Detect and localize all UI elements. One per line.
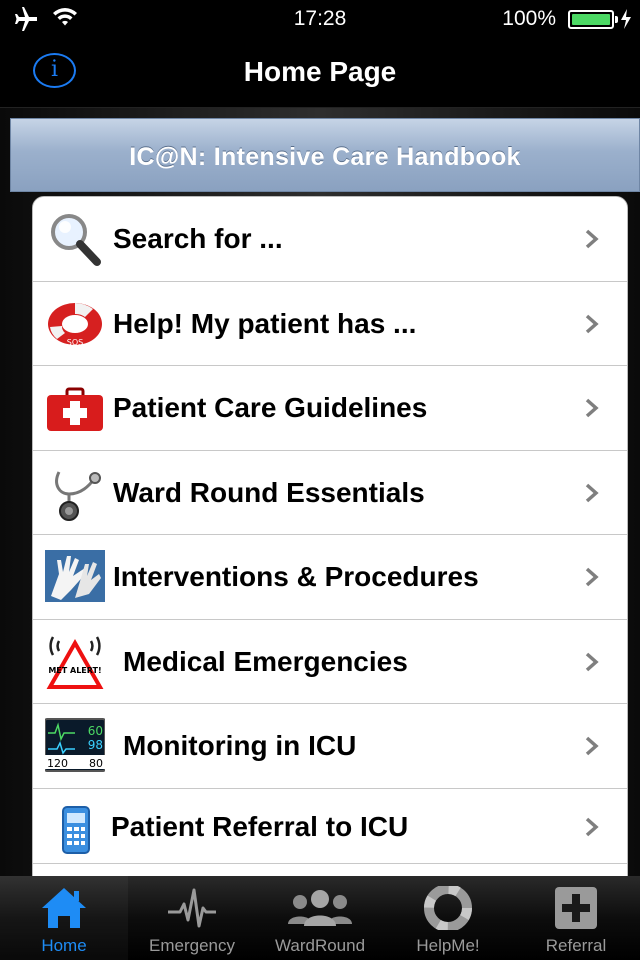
tab-label: Home xyxy=(41,936,87,955)
group-icon xyxy=(288,890,352,926)
pager-icon xyxy=(62,805,90,854)
tab-helpme[interactable]: HelpMe! xyxy=(384,876,512,960)
tab-emergency[interactable]: Emergency xyxy=(128,876,256,960)
gloves-icon xyxy=(45,550,105,602)
chevron-right-icon xyxy=(585,229,599,249)
heartbeat-icon xyxy=(168,888,216,928)
menu-item-interventions[interactable]: Interventions & Procedures xyxy=(33,535,627,620)
tab-bar: Home Emergency WardRound HelpMe! Referra… xyxy=(0,876,640,960)
menu-item-label: Monitoring in ICU xyxy=(123,730,357,761)
plus-box-icon xyxy=(555,887,597,929)
chevron-right-icon xyxy=(585,314,599,333)
met-alert-icon: MET ALERT! xyxy=(46,635,104,689)
tab-label: Emergency xyxy=(149,936,235,955)
bp-diastolic-readout: 80 xyxy=(89,757,103,770)
svg-text:SOS: SOS xyxy=(67,338,83,347)
status-bar: 17:28 100% xyxy=(0,0,640,40)
menu-item-search[interactable]: Search for ... xyxy=(33,197,627,282)
menu-item-emergencies[interactable]: MET ALERT! Medical Emergencies xyxy=(33,619,627,704)
handbook-banner: IC@N: Intensive Care Handbook xyxy=(10,118,640,192)
banner-title: IC@N: Intensive Care Handbook xyxy=(129,143,521,171)
chevron-right-icon xyxy=(585,398,599,418)
lifebuoy-sos-icon: SOS xyxy=(48,302,102,347)
tab-label: WardRound xyxy=(274,936,366,955)
bp-systolic-readout: 120 xyxy=(47,757,68,770)
menu-item-ward-round[interactable]: Ward Round Essentials xyxy=(33,450,627,535)
chevron-right-icon xyxy=(585,483,599,502)
battery-icon xyxy=(568,10,618,29)
met-alert-text-1: MET ALERT! xyxy=(48,666,101,675)
menu-item-label: Patient Referral to ICU xyxy=(111,810,409,842)
spo2-readout: 98 xyxy=(88,738,103,752)
tab-label: Referral xyxy=(545,936,607,955)
lifebuoy-icon xyxy=(424,886,472,930)
charging-bolt-icon xyxy=(621,9,631,29)
chevron-right-icon xyxy=(585,736,599,756)
menu-item-help[interactable]: SOS Help! My patient has ... xyxy=(33,281,627,366)
heart-rate-readout: 60 xyxy=(88,724,103,738)
battery-percentage: 100% xyxy=(502,7,556,30)
menu-item-label: Interventions & Procedures xyxy=(113,561,479,592)
magnifier-icon xyxy=(51,214,101,266)
menu-item-monitoring[interactable]: 60 98 120 80 Monitoring in ICU xyxy=(33,704,627,789)
menu-item-referral[interactable]: Patient Referral to ICU xyxy=(33,788,627,864)
navigation-bar: i Home Page xyxy=(0,40,640,108)
stethoscope-icon xyxy=(55,470,101,521)
menu-item-label: Ward Round Essentials xyxy=(113,476,425,508)
menu-item-label: Patient Care Guidelines xyxy=(113,392,428,423)
tab-wardround[interactable]: WardRound xyxy=(256,876,384,960)
home-icon xyxy=(42,888,86,928)
tab-referral[interactable]: Referral xyxy=(512,876,640,960)
chevron-right-icon xyxy=(585,652,599,671)
chevron-right-icon xyxy=(585,817,599,836)
menu-item-label: Search for ... xyxy=(113,223,283,254)
menu-item-guidelines[interactable]: Patient Care Guidelines xyxy=(33,366,627,451)
main-content: IC@N: Intensive Care Handbook Search for… xyxy=(0,108,640,876)
page-title: Home Page xyxy=(243,56,397,87)
menu-item-partial[interactable] xyxy=(33,863,627,876)
menu-item-label: Help! My patient has ... xyxy=(113,307,417,339)
main-menu: Search for ... SOS Help! My patient has … xyxy=(32,196,628,876)
first-aid-kit-icon xyxy=(47,387,103,431)
tab-label: HelpMe! xyxy=(416,936,480,955)
chevron-right-icon xyxy=(585,567,599,587)
monitor-icon: 60 98 120 80 xyxy=(45,718,105,772)
tab-home[interactable]: Home xyxy=(0,876,128,960)
menu-item-label: Medical Emergencies xyxy=(123,645,408,677)
